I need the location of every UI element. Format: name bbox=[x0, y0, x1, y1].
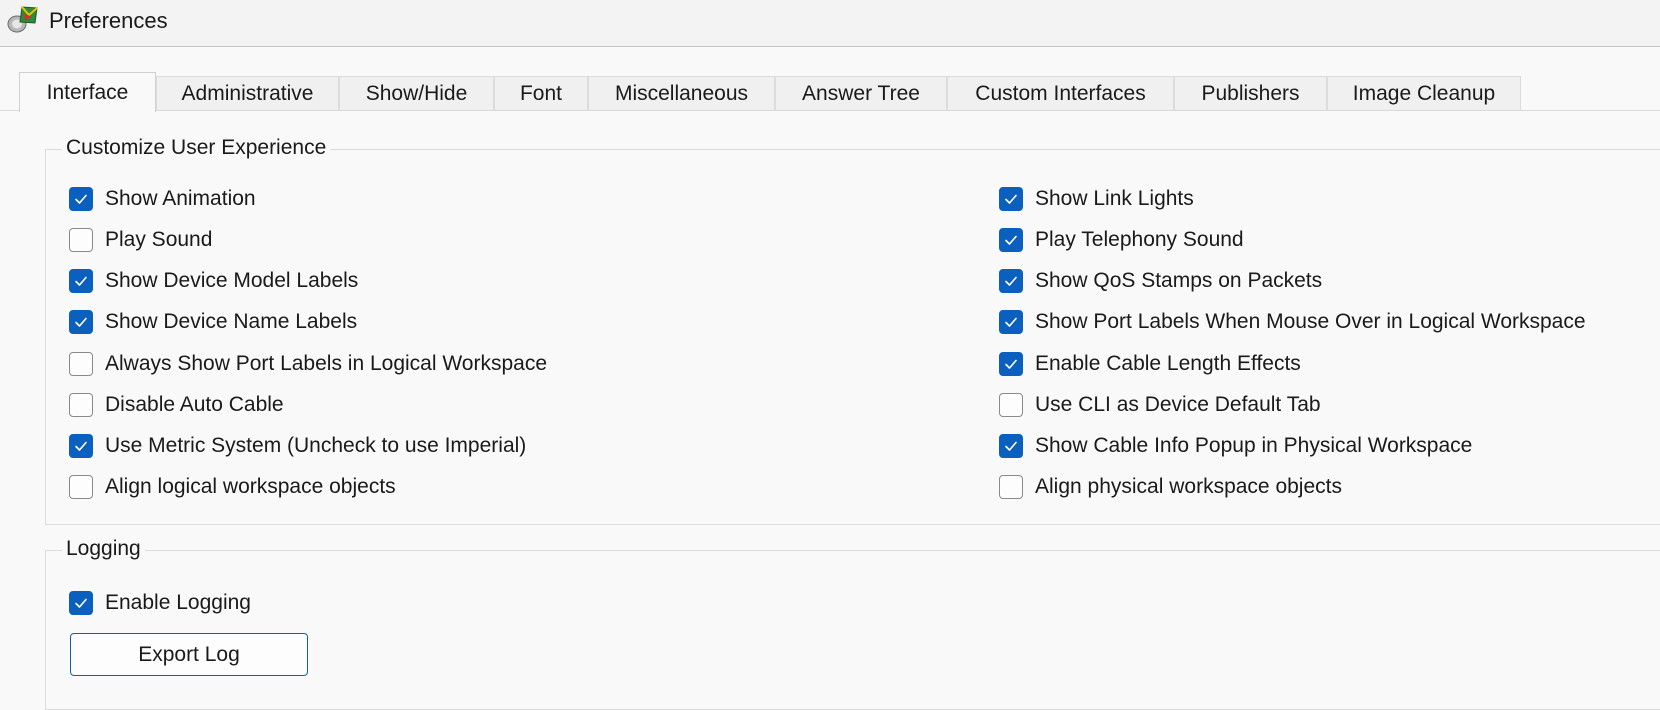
show-cable-info-popup-in-physical-workspace-checkbox[interactable]: Show Cable Info Popup in Physical Worksp… bbox=[999, 431, 1472, 461]
checkmark-icon bbox=[1005, 194, 1017, 204]
packet-tracer-app-icon bbox=[7, 6, 38, 33]
checkbox-box[interactable] bbox=[69, 393, 93, 417]
disable-auto-cable-label: Disable Auto Cable bbox=[105, 393, 284, 416]
tab-custom-interfaces[interactable]: Custom Interfaces bbox=[947, 76, 1174, 110]
tab-publishers[interactable]: Publishers bbox=[1174, 76, 1327, 110]
logging-group-title: Logging bbox=[62, 536, 145, 562]
checkbox-box[interactable] bbox=[69, 310, 93, 334]
tab-font[interactable]: Font bbox=[494, 76, 588, 110]
tab-administrative[interactable]: Administrative bbox=[156, 76, 339, 110]
checkbox-box[interactable] bbox=[69, 228, 93, 252]
checkbox-box[interactable] bbox=[999, 475, 1023, 499]
show-port-labels-when-mouse-over-in-logical-workspace-checkbox[interactable]: Show Port Labels When Mouse Over in Logi… bbox=[999, 307, 1586, 337]
export-log-button[interactable]: Export Log bbox=[70, 633, 308, 676]
show-port-labels-when-mouse-over-in-logical-workspace-label: Show Port Labels When Mouse Over in Logi… bbox=[1035, 310, 1586, 333]
enable-cable-length-effects-checkbox[interactable]: Enable Cable Length Effects bbox=[999, 349, 1301, 379]
checkbox-box[interactable] bbox=[999, 352, 1023, 376]
show-qos-stamps-on-packets-label: Show QoS Stamps on Packets bbox=[1035, 269, 1323, 292]
checkmark-icon bbox=[75, 441, 87, 451]
tab-image-cleanup[interactable]: Image Cleanup bbox=[1327, 76, 1521, 110]
show-animation-checkbox[interactable]: Show Animation bbox=[69, 184, 256, 214]
checkmark-icon bbox=[1005, 276, 1017, 286]
show-device-model-labels-checkbox[interactable]: Show Device Model Labels bbox=[69, 266, 358, 296]
checkbox-box[interactable] bbox=[999, 187, 1023, 211]
enable-cable-length-effects-label: Enable Cable Length Effects bbox=[1035, 352, 1301, 375]
align-physical-workspace-objects-checkbox[interactable]: Align physical workspace objects bbox=[999, 472, 1342, 502]
checkbox-box[interactable] bbox=[999, 310, 1023, 334]
align-physical-workspace-objects-label: Align physical workspace objects bbox=[1035, 475, 1342, 498]
tab-interface[interactable]: Interface bbox=[19, 72, 156, 112]
tab-answer-tree[interactable]: Answer Tree bbox=[775, 76, 947, 110]
checkmark-icon bbox=[75, 598, 87, 608]
checkmark-icon bbox=[75, 276, 87, 286]
checkbox-box[interactable] bbox=[69, 434, 93, 458]
checkbox-box[interactable] bbox=[999, 228, 1023, 252]
customize-user-experience-group: Customize User Experience bbox=[45, 135, 1660, 525]
tab-show-hide[interactable]: Show/Hide bbox=[339, 76, 494, 110]
play-telephony-sound-checkbox[interactable]: Play Telephony Sound bbox=[999, 225, 1244, 255]
checkmark-icon bbox=[1005, 317, 1017, 327]
show-animation-label: Show Animation bbox=[105, 187, 256, 210]
enable-logging-checkbox[interactable]: Enable Logging bbox=[69, 588, 251, 618]
use-cli-as-device-default-tab-checkbox[interactable]: Use CLI as Device Default Tab bbox=[999, 390, 1321, 420]
checkbox-box[interactable] bbox=[999, 269, 1023, 293]
enable-logging-label: Enable Logging bbox=[105, 591, 251, 614]
use-metric-system-uncheck-to-use-imperial-checkbox[interactable]: Use Metric System (Uncheck to use Imperi… bbox=[69, 431, 526, 461]
checkmark-icon bbox=[1005, 441, 1017, 451]
checkbox-box[interactable] bbox=[69, 475, 93, 499]
show-device-name-labels-checkbox[interactable]: Show Device Name Labels bbox=[69, 307, 357, 337]
show-device-model-labels-label: Show Device Model Labels bbox=[105, 269, 359, 292]
show-device-name-labels-label: Show Device Name Labels bbox=[105, 310, 358, 333]
use-metric-system-uncheck-to-use-imperial-label: Use Metric System (Uncheck to use Imperi… bbox=[105, 434, 527, 457]
disable-auto-cable-checkbox[interactable]: Disable Auto Cable bbox=[69, 390, 284, 420]
align-logical-workspace-objects-checkbox[interactable]: Align logical workspace objects bbox=[69, 472, 396, 502]
checkmark-icon bbox=[1005, 235, 1017, 245]
checkbox-box[interactable] bbox=[69, 352, 93, 376]
checkmark-icon bbox=[75, 194, 87, 204]
checkmark-icon bbox=[1005, 359, 1017, 369]
always-show-port-labels-in-logical-workspace-label: Always Show Port Labels in Logical Works… bbox=[105, 352, 547, 375]
play-telephony-sound-label: Play Telephony Sound bbox=[1035, 228, 1244, 251]
show-link-lights-label: Show Link Lights bbox=[1035, 187, 1194, 210]
play-sound-checkbox[interactable]: Play Sound bbox=[69, 225, 212, 255]
always-show-port-labels-in-logical-workspace-checkbox[interactable]: Always Show Port Labels in Logical Works… bbox=[69, 349, 547, 379]
show-link-lights-checkbox[interactable]: Show Link Lights bbox=[999, 184, 1194, 214]
customize-group-title: Customize User Experience bbox=[62, 135, 331, 161]
checkmark-icon bbox=[75, 317, 87, 327]
logging-group: Logging bbox=[45, 536, 1660, 710]
checkbox-box[interactable] bbox=[999, 434, 1023, 458]
align-logical-workspace-objects-label: Align logical workspace objects bbox=[105, 475, 396, 498]
title-bar: Preferences bbox=[0, 0, 1660, 47]
window-title: Preferences bbox=[49, 8, 168, 33]
show-cable-info-popup-in-physical-workspace-label: Show Cable Info Popup in Physical Worksp… bbox=[1035, 434, 1473, 457]
checkbox-box[interactable] bbox=[69, 591, 93, 615]
checkbox-box[interactable] bbox=[69, 269, 93, 293]
show-qos-stamps-on-packets-checkbox[interactable]: Show QoS Stamps on Packets bbox=[999, 266, 1322, 296]
play-sound-label: Play Sound bbox=[105, 228, 213, 251]
use-cli-as-device-default-tab-label: Use CLI as Device Default Tab bbox=[1035, 393, 1321, 416]
checkbox-box[interactable] bbox=[999, 393, 1023, 417]
checkbox-box[interactable] bbox=[69, 187, 93, 211]
tab-miscellaneous[interactable]: Miscellaneous bbox=[588, 76, 775, 110]
